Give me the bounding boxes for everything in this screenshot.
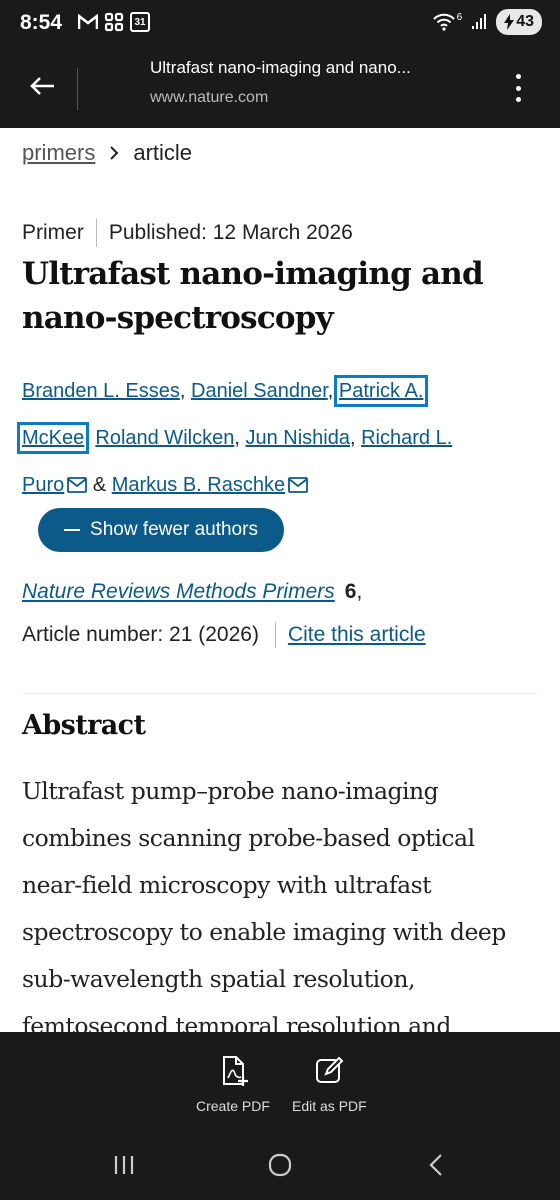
create-pdf-label: Create PDF (196, 1098, 270, 1114)
more-dot-icon (515, 85, 521, 91)
battery-level: 43 (516, 13, 534, 30)
edit-as-pdf-button[interactable]: Edit as PDF (292, 1054, 367, 1114)
mail-icon[interactable] (67, 477, 88, 493)
create-pdf-icon (222, 1056, 248, 1086)
abstract-line: combines scanning probe-based optical (22, 824, 475, 852)
journal-citation: Nature Reviews Methods Primers 6, (22, 580, 362, 604)
recent-apps-button[interactable] (104, 1150, 144, 1180)
journal-link[interactable]: Nature Reviews Methods Primers (22, 580, 335, 603)
back-button[interactable] (22, 66, 62, 106)
signal-label: 6 (456, 11, 463, 23)
mail-icon[interactable] (288, 477, 309, 493)
more-dot-icon (515, 97, 521, 102)
status-bar: 8:54 31 6 43 (0, 0, 560, 48)
author-separator: , (84, 427, 90, 449)
page-url: www.nature.com (150, 89, 269, 106)
author-separator: , (327, 380, 334, 402)
abstract-line: spectroscopy to enable imaging with deep (22, 918, 506, 946)
author-link-focused[interactable]: Patrick A. (333, 375, 429, 407)
breadcrumb: primers article (22, 140, 192, 166)
breadcrumb-current: article (133, 140, 193, 165)
volume-suffix: , (356, 580, 363, 603)
calendar-icon: 31 (130, 12, 150, 32)
author-link[interactable]: Daniel Sandner (191, 380, 328, 402)
author-separator: & (92, 474, 107, 496)
system-icons: 6 43 (432, 9, 542, 35)
article-number: Article number: 21 (2026) (22, 623, 259, 646)
author-separator: , (349, 427, 356, 449)
author-link[interactable]: Markus B. Raschke (112, 474, 285, 496)
article-meta: Primer Published: 12 March 2026 (22, 219, 353, 247)
meta-divider (274, 622, 276, 648)
abstract-line: femtosecond temporal resolution and (22, 1012, 451, 1032)
author-link[interactable]: Jun Nishida (245, 427, 350, 449)
cite-article-link[interactable]: Cite this article (288, 623, 426, 647)
article-number-line: Article number: 21 (2026) Cite this arti… (22, 622, 426, 648)
author-list: Branden L. Esses, Daniel Sandner, Patric… (16, 368, 542, 509)
status-time: 8:54 (20, 11, 63, 34)
author-link[interactable]: Richard L. (361, 427, 452, 449)
chevron-left-icon (429, 1154, 442, 1176)
author-separator: , (179, 380, 186, 402)
abstract-text: Ultrafast pump–probe nano-imaging combin… (22, 768, 542, 1032)
cell-signal-icon (472, 14, 487, 29)
home-button[interactable] (260, 1150, 300, 1180)
edit-pdf-label: Edit as PDF (292, 1098, 367, 1114)
meta-divider (95, 219, 97, 247)
abstract-heading: Abstract (22, 710, 146, 741)
home-icon (268, 1153, 292, 1177)
notification-icons: 31 (78, 12, 150, 32)
section-divider (22, 693, 538, 694)
page-title: Ultrafast nano-imaging and nano... (150, 58, 411, 77)
more-options-button[interactable] (506, 70, 530, 106)
slack-icon (104, 12, 124, 32)
abstract-line: near-field microscopy with ultrafast (22, 871, 432, 899)
system-nav-bar (0, 1128, 560, 1200)
author-link[interactable]: Branden L. Esses (22, 380, 180, 402)
create-pdf-button[interactable]: Create PDF (196, 1054, 270, 1114)
author-link-focused[interactable]: McKee (16, 422, 90, 454)
recent-apps-icon (114, 1156, 134, 1174)
arrow-left-icon (30, 77, 54, 95)
journal-volume: 6 (344, 580, 357, 603)
published-date: Published: 12 March 2026 (108, 221, 353, 244)
chevron-right-icon (110, 146, 119, 160)
battery-indicator: 43 (496, 9, 542, 35)
pdf-toolbar: Create PDF Edit as PDF (0, 1032, 560, 1128)
author-link[interactable]: Puro (22, 474, 64, 496)
article-type: Primer (22, 221, 84, 244)
more-dot-icon (515, 74, 521, 79)
show-fewer-authors-button[interactable]: Show fewer authors (38, 508, 284, 552)
edit-icon (316, 1056, 344, 1083)
minus-icon (64, 529, 81, 531)
wifi-icon (432, 13, 455, 31)
gmail-icon (78, 14, 98, 29)
abstract-line: Ultrafast pump–probe nano-imaging (22, 777, 439, 805)
author-link[interactable]: Roland Wilcken (95, 427, 234, 449)
abstract-line: sub-wavelength spatial resolution, (22, 965, 415, 993)
breadcrumb-primers-link[interactable]: primers (22, 140, 95, 166)
web-content: primers article Primer Published: 12 Mar… (0, 128, 560, 1032)
system-back-button[interactable] (416, 1150, 456, 1180)
charging-bolt-icon (504, 14, 515, 30)
browser-app-bar: Ultrafast nano-imaging and nano... www.n… (0, 48, 560, 128)
article-title: Ultrafast nano-imaging and nano-spectros… (22, 256, 484, 336)
author-separator: , (234, 427, 240, 449)
app-bar-divider (77, 68, 78, 110)
show-authors-label: Show fewer authors (90, 519, 258, 540)
